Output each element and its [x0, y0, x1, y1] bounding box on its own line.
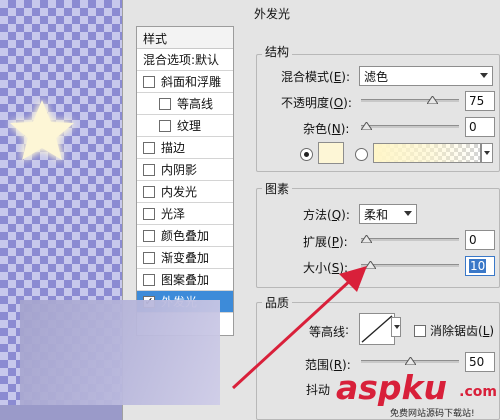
antialias-option[interactable]: 消除锯齿(L): [414, 322, 494, 339]
style-item-label: 颜色叠加: [161, 229, 210, 243]
blend-options-label: 混合选项:默认: [143, 53, 220, 67]
spread-input[interactable]: 0: [465, 230, 495, 250]
jitter-label: 抖动: [306, 383, 331, 397]
style-item-inner-shadow[interactable]: 内阴影: [137, 159, 233, 181]
site-watermark-logo: aspku .com 免费网站源码下载站!: [330, 368, 500, 420]
range-slider-thumb[interactable]: [405, 357, 416, 365]
style-checkbox[interactable]: [159, 119, 171, 132]
style-item-label: 斜面和浮雕: [161, 75, 222, 89]
method-value: 柔和: [364, 207, 389, 222]
style-item-label: 内发光: [161, 185, 198, 199]
noise-input[interactable]: 0: [465, 117, 495, 137]
watermark-tagline: 免费网站源码下载站!: [390, 409, 475, 419]
opacity-input[interactable]: 75: [465, 91, 495, 111]
antialias-checkbox[interactable]: [414, 324, 426, 337]
glow-color-swatch[interactable]: [318, 142, 344, 164]
noise-slider[interactable]: [361, 125, 459, 128]
glowing-star-shape: [10, 100, 74, 160]
opacity-slider[interactable]: [361, 99, 459, 102]
chevron-down-icon: [480, 73, 488, 78]
spread-slider[interactable]: [361, 238, 459, 241]
method-label: 方法(Q):: [303, 208, 350, 222]
style-item-color-overlay[interactable]: 颜色叠加: [137, 225, 233, 247]
noise-slider-thumb[interactable]: [361, 122, 372, 130]
antialias-label: 消除锯齿(L): [430, 324, 495, 338]
structure-title: 结构: [262, 43, 293, 60]
style-item-label: 渐变叠加: [161, 251, 210, 265]
style-checkbox[interactable]: [159, 97, 171, 110]
watermark-brand: aspku: [336, 368, 447, 407]
watermark-domain: .com: [459, 384, 497, 400]
style-item-gradient-overlay[interactable]: 渐变叠加: [137, 247, 233, 269]
canvas-layer-rectangle: [20, 300, 220, 405]
size-label: 大小(S):: [303, 261, 349, 275]
style-item-stroke[interactable]: 描边: [137, 137, 233, 159]
style-item-label: 等高线: [177, 97, 214, 111]
solid-color-radio[interactable]: [300, 148, 313, 161]
style-checkbox[interactable]: [143, 273, 155, 286]
style-checkbox[interactable]: [143, 185, 155, 198]
style-item-inner-glow[interactable]: 内发光: [137, 181, 233, 203]
blend-mode-label: 混合模式(E):: [281, 70, 351, 84]
style-checkbox[interactable]: [143, 207, 155, 220]
style-item-contour[interactable]: 等高线: [137, 93, 233, 115]
style-checkbox[interactable]: [143, 141, 155, 154]
opacity-slider-thumb[interactable]: [427, 96, 438, 104]
style-checkbox[interactable]: [143, 251, 155, 264]
size-slider[interactable]: [361, 264, 459, 267]
method-select[interactable]: 柔和: [359, 204, 417, 224]
style-checkbox[interactable]: [143, 229, 155, 242]
style-item-label: 描边: [161, 141, 186, 155]
style-checkbox[interactable]: [143, 75, 155, 88]
style-item-label: 内阴影: [161, 163, 198, 177]
size-slider-thumb[interactable]: [364, 261, 376, 269]
size-input[interactable]: 10: [465, 256, 495, 276]
contour-preview[interactable]: [359, 313, 395, 345]
gradient-dropdown[interactable]: [481, 143, 493, 163]
quality-title: 品质: [262, 294, 293, 311]
style-item-satin[interactable]: 光泽: [137, 203, 233, 225]
blend-mode-select[interactable]: 滤色: [359, 66, 493, 86]
blend-options-item[interactable]: 混合选项:默认: [137, 49, 233, 71]
style-item-label: 纹理: [177, 119, 202, 133]
style-item-label: 图案叠加: [161, 273, 210, 287]
style-item-texture[interactable]: 纹理: [137, 115, 233, 137]
chevron-down-icon: [404, 211, 412, 216]
spread-label: 扩展(P):: [303, 235, 348, 249]
gradient-radio[interactable]: [355, 148, 368, 161]
panel-title: 外发光: [254, 7, 291, 21]
style-item-bevel-emboss[interactable]: 斜面和浮雕: [137, 71, 233, 93]
elements-title: 图素: [262, 180, 293, 197]
styles-header: 样式: [137, 27, 233, 49]
glow-gradient-swatch[interactable]: [373, 143, 481, 163]
canvas-bottom-strip: [0, 405, 122, 420]
contour-dropdown[interactable]: [391, 317, 401, 337]
blend-mode-value: 滤色: [364, 69, 389, 84]
style-checkbox[interactable]: [143, 163, 155, 176]
styles-list: 样式 混合选项:默认 斜面和浮雕 等高线 纹理 描边 内阴影 内发光 光泽 颜色…: [136, 26, 234, 336]
contour-label: 等高线: [309, 325, 346, 339]
style-item-label: 光泽: [161, 207, 186, 221]
style-item-pattern-overlay[interactable]: 图案叠加: [137, 269, 233, 291]
spread-slider-thumb[interactable]: [361, 235, 372, 243]
noise-label: 杂色(N):: [303, 122, 350, 136]
opacity-label: 不透明度(O):: [281, 96, 352, 110]
